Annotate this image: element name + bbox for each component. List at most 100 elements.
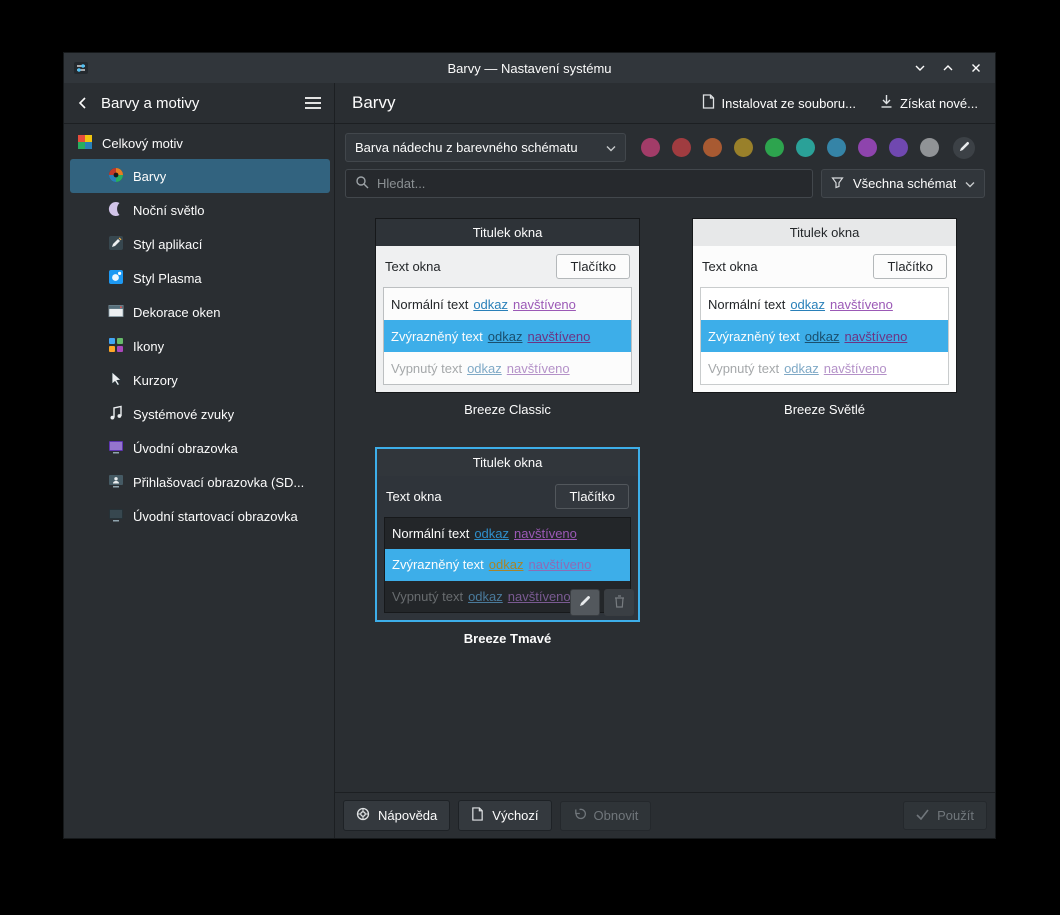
sidebar-header: Barvy a motivy <box>64 83 334 124</box>
accent-swatch-gray[interactable] <box>920 138 939 157</box>
reset-button[interactable]: Obnovit <box>559 800 652 831</box>
get-new-button[interactable]: Získat nové... <box>873 89 985 117</box>
sidebar-item-colors[interactable]: Barvy <box>70 159 330 193</box>
defaults-button[interactable]: Výchozí <box>458 800 552 831</box>
preview-window-text: Text okna <box>385 259 441 274</box>
sidebar-item-label: Noční světlo <box>133 202 205 218</box>
night-light-icon <box>108 201 124 220</box>
preview-visited-link: navštíveno <box>514 526 577 542</box>
app-icon <box>73 60 89 76</box>
edit-scheme-button[interactable] <box>570 589 600 616</box>
sidebar-item-label: Úvodní startovací obrazovka <box>133 508 298 524</box>
accent-swatch-teal[interactable] <box>796 138 815 157</box>
accent-swatch-green[interactable] <box>765 138 784 157</box>
sidebar-section-global-theme[interactable]: Celkový motiv <box>64 128 334 159</box>
sidebar-item-night-light[interactable]: Noční světlo <box>70 193 330 227</box>
titlebar: Barvy — Nastavení systému <box>64 53 995 83</box>
install-from-file-button[interactable]: Instalovat ze souboru... <box>695 89 863 117</box>
sidebar-item-label: Ikony <box>133 338 165 354</box>
accent-swatch-yellow[interactable] <box>734 138 753 157</box>
back-button[interactable] <box>76 96 90 110</box>
sidebar: Barvy a motivy Celkový motiv Barvy Noční… <box>64 83 335 838</box>
apply-button[interactable]: Použít <box>903 801 987 830</box>
preview-highlighted-line: Zvýrazněný text odkaz navštíveno <box>701 320 948 352</box>
preview-visited-link: navštíveno <box>506 360 570 376</box>
preview-window-titlebar: Titulek okna <box>693 219 956 246</box>
preview-window-titlebar: Titulek okna <box>377 449 638 476</box>
sidebar-item-cursors[interactable]: Kurzory <box>70 363 330 397</box>
custom-color-picker-button[interactable] <box>953 136 975 159</box>
preview-link: odkaz <box>467 360 502 376</box>
sidebar-item-login-screen[interactable]: Přihlašovací obrazovka (SD... <box>70 465 330 499</box>
system-settings-window: Barvy — Nastavení systému Barvy a motivy <box>63 52 996 839</box>
main-panel: Barvy Instalovat ze souboru... Získat no… <box>335 83 995 838</box>
sidebar-item-label: Úvodní obrazovka <box>133 440 238 456</box>
scheme-preview-breeze-light[interactable]: Titulek okna Text okna Tlačítko Normální… <box>692 218 957 393</box>
filter-icon <box>831 176 844 192</box>
sidebar-item-system-sounds[interactable]: Systémové zvuky <box>70 397 330 431</box>
splash-screen-icon <box>108 439 124 458</box>
accent-swatch-pink[interactable] <box>641 138 660 157</box>
page-title: Barvy <box>352 93 396 112</box>
preview-link: odkaz <box>784 360 819 376</box>
sidebar-item-icons[interactable]: Ikony <box>70 329 330 363</box>
window-decorations-icon <box>108 303 124 322</box>
maximize-button[interactable] <box>941 61 955 75</box>
preview-visited-link: navštíveno <box>830 296 893 312</box>
accent-swatch-purple[interactable] <box>858 138 877 157</box>
scheme-filter-dropdown[interactable]: Všechna schémata <box>821 169 985 198</box>
application-style-icon <box>108 235 124 254</box>
scheme-preview-breeze-classic[interactable]: Titulek okna Text okna Tlačítko Normální… <box>375 218 640 393</box>
scheme-preview-breeze-dark[interactable]: Titulek okna Text okna Tlačítko Normální… <box>375 447 640 622</box>
accent-swatch-violet[interactable] <box>889 138 908 157</box>
preview-visited-link: navštíveno <box>528 557 592 573</box>
preview-highlighted-line: Zvýrazněný text odkaz navštíveno <box>384 320 631 352</box>
preview-visited-link: navštíveno <box>507 588 571 604</box>
preview-link: odkaz <box>487 328 523 344</box>
sidebar-item-boot-splash[interactable]: Úvodní startovací obrazovka <box>70 499 330 533</box>
scheme-name: Breeze Tmavé <box>463 631 552 646</box>
preview-button: Tlačítko <box>556 254 630 279</box>
preview-link: odkaz <box>474 526 510 542</box>
preview-normal-line: Normální text odkaz navštíveno <box>391 296 576 312</box>
preview-normal-line: Normální text odkaz navštíveno <box>708 296 893 312</box>
preview-link: odkaz <box>804 328 840 344</box>
close-button[interactable] <box>969 61 983 75</box>
sidebar-item-plasma-style[interactable]: Styl Plasma <box>70 261 330 295</box>
sidebar-item-window-decorations[interactable]: Dekorace oken <box>70 295 330 329</box>
preview-visited-link: navštíveno <box>844 328 908 344</box>
minimize-button[interactable] <box>913 61 927 75</box>
search-field[interactable] <box>345 169 813 198</box>
accent-swatch-blue[interactable] <box>827 138 846 157</box>
sidebar-item-splash-screen[interactable]: Úvodní obrazovka <box>70 431 330 465</box>
scheme-cell-breeze-classic: Titulek okna Text okna Tlačítko Normální… <box>375 218 640 417</box>
search-input[interactable] <box>377 176 803 191</box>
global-theme-icon <box>77 134 93 153</box>
accent-color-dropdown[interactable]: Barva nádechu z barevného schématu <box>345 133 626 162</box>
scheme-cell-breeze-dark: Titulek okna Text okna Tlačítko Normální… <box>375 447 640 646</box>
preview-disabled-line: Vypnutý text odkaz navštíveno <box>708 360 887 376</box>
chevron-down-icon <box>606 140 616 155</box>
sidebar-item-label: Styl aplikací <box>133 236 203 252</box>
system-sounds-icon <box>108 405 124 424</box>
help-button[interactable]: Nápověda <box>343 800 451 831</box>
sidebar-item-label: Barvy <box>133 168 167 184</box>
preview-text-area: Normální text odkaz navštíveno Zvýrazněn… <box>383 287 632 385</box>
scheme-cell-breeze-light: Titulek okna Text okna Tlačítko Normální… <box>692 218 957 417</box>
sidebar-list: Celkový motiv Barvy Noční světlo Styl ap… <box>64 124 334 533</box>
preview-link: odkaz <box>488 557 524 573</box>
window-title: Barvy — Nastavení systému <box>447 60 612 76</box>
scheme-name: Breeze Světlé <box>784 402 865 417</box>
download-icon <box>880 94 893 112</box>
delete-scheme-button[interactable] <box>604 589 634 616</box>
accent-swatch-row <box>641 136 975 159</box>
preview-visited-link: navštíveno <box>823 360 887 376</box>
preview-disabled-line: Vypnutý text odkaz navštíveno <box>391 360 570 376</box>
accent-swatch-red[interactable] <box>672 138 691 157</box>
menu-button[interactable] <box>304 96 322 110</box>
sidebar-item-application-style[interactable]: Styl aplikací <box>70 227 330 261</box>
preview-normal-line: Normální text odkaz navštíveno <box>392 526 577 542</box>
accent-swatch-orange[interactable] <box>703 138 722 157</box>
scheme-grid: Titulek okna Text okna Tlačítko Normální… <box>335 208 995 792</box>
preview-highlighted-line: Zvýrazněný text odkaz navštíveno <box>385 549 630 581</box>
